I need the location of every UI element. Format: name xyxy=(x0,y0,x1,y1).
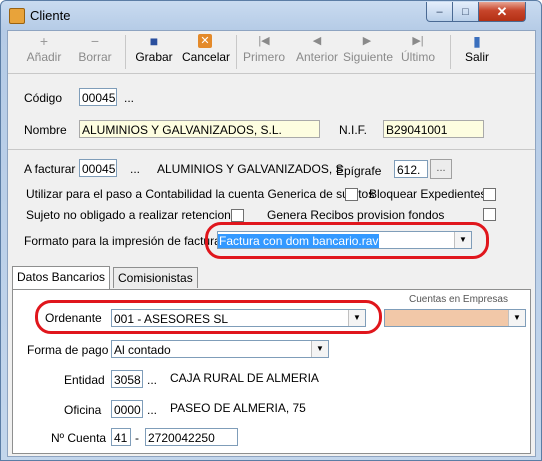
close-button[interactable]: ✕ xyxy=(478,2,526,22)
retenciones-label: Sujeto no obligado a realizar retencione… xyxy=(26,208,244,222)
add-label: Añadir xyxy=(26,50,62,64)
formato-label: Formato para la impresión de factura xyxy=(24,234,221,248)
forma-pago-label: Forma de pago xyxy=(27,343,109,357)
exit-label: Salir xyxy=(464,50,489,64)
codigo-field[interactable]: 00045 xyxy=(79,88,117,106)
a-facturar-name: ALUMINIOS Y GALVANIZADOS, S xyxy=(157,162,344,176)
ordenante-value: 001 - ASESORES SL xyxy=(114,312,229,326)
entidad-field[interactable]: 3058 xyxy=(111,370,143,388)
divider xyxy=(8,149,535,150)
add-icon: + xyxy=(39,33,49,49)
tab-comisionistas[interactable]: Comisionistas xyxy=(113,267,198,288)
toolbar-separator xyxy=(236,35,237,69)
cuentas-empresas-dropdown[interactable]: ▼ xyxy=(384,309,526,327)
client-area: + Añadir − Borrar ■ Grabar ✕ Cancelar |◀… xyxy=(7,30,536,457)
next-button[interactable]: ▶ Siguiente xyxy=(343,34,394,72)
first-label: Primero xyxy=(243,50,286,64)
exit-button[interactable]: ▮ Salir xyxy=(460,34,494,72)
chevron-down-icon[interactable]: ▼ xyxy=(348,310,365,326)
exit-door-icon: ▮ xyxy=(473,33,481,49)
entidad-lookup[interactable]: ... xyxy=(147,373,157,387)
last-label: Último xyxy=(400,50,435,64)
nif-label: N.I.F. xyxy=(339,123,368,137)
bloquear-checkbox[interactable] xyxy=(483,188,496,201)
cuentas-empresas-label: Cuentas en Empresas xyxy=(409,294,508,305)
last-record-icon: ▶| xyxy=(412,35,424,47)
oficina-label: Oficina xyxy=(64,403,102,417)
recibos-label: Genera Recibos provision fondos xyxy=(267,208,445,222)
ordenante-dropdown[interactable]: 001 - ASESORES SL ▼ xyxy=(111,309,366,327)
cuenta-label: Nº Cuenta xyxy=(51,431,107,445)
next-label: Siguiente xyxy=(343,50,394,64)
first-record-icon: |◀ xyxy=(258,35,270,47)
cancel-button[interactable]: ✕ Cancelar xyxy=(182,34,231,72)
cuenta-number-field[interactable]: 2720042250 xyxy=(145,428,238,446)
title-bar[interactable]: Cliente – □ ✕ xyxy=(1,1,541,29)
oficina-lookup[interactable]: ... xyxy=(147,403,157,417)
minus-icon: − xyxy=(90,33,100,49)
oficina-field[interactable]: 0000 xyxy=(111,400,143,418)
nombre-label: Nombre xyxy=(24,123,67,137)
save-label: Grabar xyxy=(135,50,173,64)
ordenante-label: Ordenante xyxy=(45,311,102,325)
app-icon xyxy=(9,8,25,24)
cancel-label: Cancelar xyxy=(182,50,231,64)
bloquear-label: Bloquear Expedientes xyxy=(369,187,487,201)
epigrafe-label: Epígrafe xyxy=(336,164,382,178)
previous-label: Anterior xyxy=(295,50,339,64)
a-facturar-field[interactable]: 00045 xyxy=(79,159,117,177)
chevron-down-icon[interactable]: ▼ xyxy=(311,341,328,357)
a-facturar-label: A facturar xyxy=(24,162,76,176)
last-button[interactable]: ▶| Último xyxy=(398,34,438,72)
cliente-window: Cliente – □ ✕ + Añadir − Borrar ■ Grabar… xyxy=(0,0,542,461)
add-button[interactable]: + Añadir xyxy=(26,34,62,72)
codigo-lookup[interactable]: ... xyxy=(124,91,134,105)
previous-record-icon: ◀ xyxy=(312,35,322,47)
forma-pago-value: Al contado xyxy=(114,343,171,357)
save-button[interactable]: ■ Grabar xyxy=(134,34,174,72)
chevron-down-icon[interactable]: ▼ xyxy=(508,310,525,326)
cuenta-generica-checkbox[interactable] xyxy=(345,188,358,201)
maximize-button[interactable]: □ xyxy=(452,2,479,22)
formato-selected-value: Factura con dom bancario.rav xyxy=(218,234,380,248)
a-facturar-lookup[interactable]: ... xyxy=(130,162,140,176)
toolbar-separator xyxy=(125,35,126,69)
cuenta-generica-label: Utilizar para el paso a Contabilidad la … xyxy=(26,187,375,201)
epigrafe-lookup-button[interactable]: ... xyxy=(430,159,452,179)
cancel-icon: ✕ xyxy=(198,34,212,48)
datos-bancarios-panel: Cuentas en Empresas Ordenante 001 - ASES… xyxy=(12,289,531,454)
first-button[interactable]: |◀ Primero xyxy=(243,34,285,72)
retenciones-checkbox[interactable] xyxy=(231,209,244,222)
recibos-checkbox[interactable] xyxy=(483,208,496,221)
delete-label: Borrar xyxy=(78,50,112,64)
next-record-icon: ▶ xyxy=(362,35,372,47)
formato-dropdown[interactable]: Factura con dom bancario.rav ▼ xyxy=(217,231,472,249)
minimize-button[interactable]: – xyxy=(426,2,453,22)
oficina-name: PASEO DE ALMERIA, 75 xyxy=(170,401,306,415)
nombre-field[interactable]: ALUMINIOS Y GALVANIZADOS, S.L. xyxy=(79,120,320,138)
tab-datos-bancarios[interactable]: Datos Bancarios xyxy=(12,266,111,289)
entidad-label: Entidad xyxy=(64,373,105,387)
nif-field[interactable]: B29041001 xyxy=(383,120,484,138)
window-title: Cliente xyxy=(30,8,71,23)
epigrafe-field[interactable]: 612. xyxy=(394,160,428,178)
codigo-label: Código xyxy=(24,91,63,105)
floppy-disk-icon: ■ xyxy=(149,33,159,49)
forma-pago-dropdown[interactable]: Al contado ▼ xyxy=(111,340,329,358)
cuenta-dash: - xyxy=(135,431,139,445)
cuenta-control-digits-field[interactable]: 41 xyxy=(111,428,131,446)
delete-button[interactable]: − Borrar xyxy=(76,34,114,72)
chevron-down-icon[interactable]: ▼ xyxy=(454,232,471,248)
previous-button[interactable]: ◀ Anterior xyxy=(295,34,339,72)
entidad-name: CAJA RURAL DE ALMERIA xyxy=(170,371,319,385)
toolbar-separator xyxy=(450,35,451,69)
toolbar: + Añadir − Borrar ■ Grabar ✕ Cancelar |◀… xyxy=(8,31,535,74)
